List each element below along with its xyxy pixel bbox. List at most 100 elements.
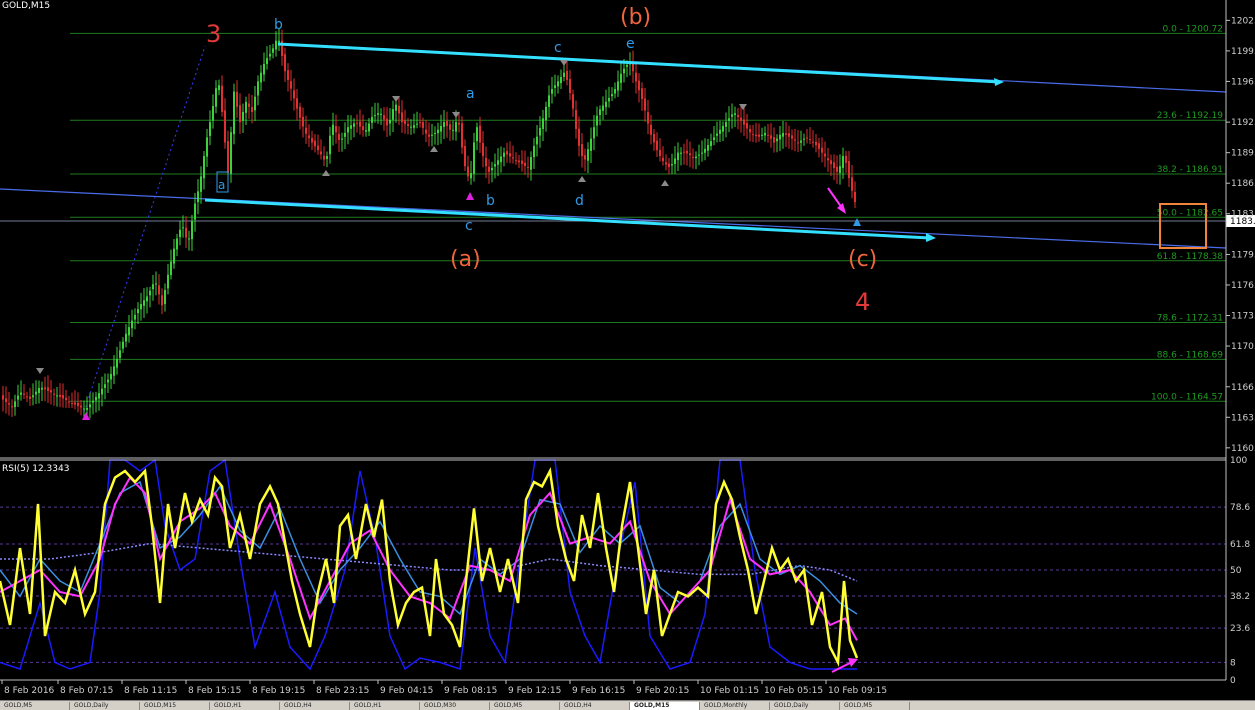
candle-body xyxy=(23,393,25,395)
candle-body xyxy=(218,85,220,91)
candle-body xyxy=(365,130,367,132)
candle-body xyxy=(503,152,505,157)
candle-body xyxy=(521,160,523,165)
candle-body xyxy=(593,127,595,139)
candle-body xyxy=(293,90,295,99)
candle-body xyxy=(758,134,760,137)
candle-body xyxy=(83,408,85,410)
candle-body xyxy=(581,144,583,157)
candle-body xyxy=(446,120,448,126)
candle-body xyxy=(194,203,196,220)
candle-body xyxy=(803,138,805,140)
candle-body xyxy=(536,136,538,145)
candle-body xyxy=(551,89,553,94)
wave-label-c-low: c xyxy=(465,218,473,234)
candle-body xyxy=(614,89,616,94)
time-tick-label: 10 Feb 01:15 xyxy=(700,686,759,696)
wave-label-b-low: b xyxy=(486,193,495,209)
candle-body xyxy=(461,123,463,148)
candle-body xyxy=(740,117,742,121)
candle-body xyxy=(707,145,709,151)
trend-line-lower xyxy=(0,188,1227,249)
candle-body xyxy=(713,137,715,140)
candle-body xyxy=(782,132,784,137)
candle-body xyxy=(764,132,766,136)
time-tick-label: 9 Feb 12:15 xyxy=(508,686,561,696)
price-tick-label: 1202.0 xyxy=(1231,16,1255,26)
candle-body xyxy=(131,320,133,329)
candle-body xyxy=(113,366,115,376)
wave-label-b-top: b xyxy=(274,17,283,33)
candle-body xyxy=(440,125,442,132)
candle-body xyxy=(659,149,661,157)
candle-body xyxy=(665,162,667,165)
candle-body xyxy=(359,121,361,127)
price-tick-label: 1189.0 xyxy=(1231,149,1255,159)
signal-up-arrow xyxy=(82,412,90,420)
candle-body xyxy=(284,54,286,72)
candle-body xyxy=(290,81,292,89)
candle-body xyxy=(770,135,772,139)
candle-body xyxy=(20,392,22,395)
price-tick-label: 1186.0 xyxy=(1231,179,1255,189)
candle-body xyxy=(158,285,160,295)
time-tick-label: 9 Feb 20:15 xyxy=(636,686,689,696)
candle-body xyxy=(635,72,637,82)
candle-body xyxy=(431,134,433,136)
candle-body xyxy=(56,395,58,397)
candle-body xyxy=(674,158,676,164)
candle-body xyxy=(77,402,79,407)
chart-title: GOLD,M15 xyxy=(2,1,50,11)
candle-body xyxy=(590,138,592,151)
candle-body xyxy=(50,390,52,393)
candle-body xyxy=(104,384,106,388)
candle-body xyxy=(851,177,853,191)
candle-body xyxy=(98,393,100,399)
wave-label-c-paren: (c) xyxy=(848,247,877,272)
candle-body xyxy=(677,152,679,161)
rsi-tick-label: 61.8 xyxy=(1230,540,1250,550)
candle-body xyxy=(254,96,256,111)
candle-body xyxy=(566,70,568,80)
candle-body xyxy=(464,146,466,167)
fib-level-label: 100.0 - 1164.57 xyxy=(1151,392,1223,402)
candle-body xyxy=(212,106,214,121)
candle-body xyxy=(524,162,526,167)
candle-body xyxy=(470,173,472,179)
rsi-series-line xyxy=(0,475,858,641)
candle-body xyxy=(824,153,826,157)
candle-body xyxy=(695,156,697,159)
fib-level-label: 0.0 - 1200.72 xyxy=(1163,24,1224,34)
fractal-up-arrow xyxy=(322,170,330,176)
candle-body xyxy=(638,80,640,91)
candle-body xyxy=(500,156,502,163)
price-tick-label: 1196.0 xyxy=(1231,77,1255,87)
candle-body xyxy=(641,88,643,99)
candle-body xyxy=(455,122,457,132)
candle-body xyxy=(314,140,316,147)
rsi-title: RSI(5) 12.3343 xyxy=(2,464,69,474)
candle-body xyxy=(791,135,793,139)
candle-body xyxy=(425,129,427,134)
candle-body xyxy=(140,304,142,310)
rsi-tick-label: 50 xyxy=(1230,566,1242,576)
candle-body xyxy=(251,107,253,112)
candle-body xyxy=(752,134,754,136)
candle-body xyxy=(560,77,562,84)
wave-label-a-boxed: a xyxy=(218,178,225,192)
candle-body xyxy=(599,109,601,116)
candle-body xyxy=(494,164,496,167)
candle-body xyxy=(545,106,547,121)
candle-body xyxy=(356,122,358,124)
price-tick-label: 1199.0 xyxy=(1231,47,1255,57)
candle-body xyxy=(680,152,682,154)
candle-body xyxy=(587,149,589,161)
candle-body xyxy=(719,129,721,134)
candle-body xyxy=(311,137,313,143)
candle-body xyxy=(800,140,802,143)
candle-body xyxy=(170,261,172,276)
candle-body xyxy=(248,103,250,107)
candle-body xyxy=(467,166,469,177)
candle-body xyxy=(488,166,490,172)
fib-level-label: 78.6 - 1172.31 xyxy=(1157,314,1223,324)
